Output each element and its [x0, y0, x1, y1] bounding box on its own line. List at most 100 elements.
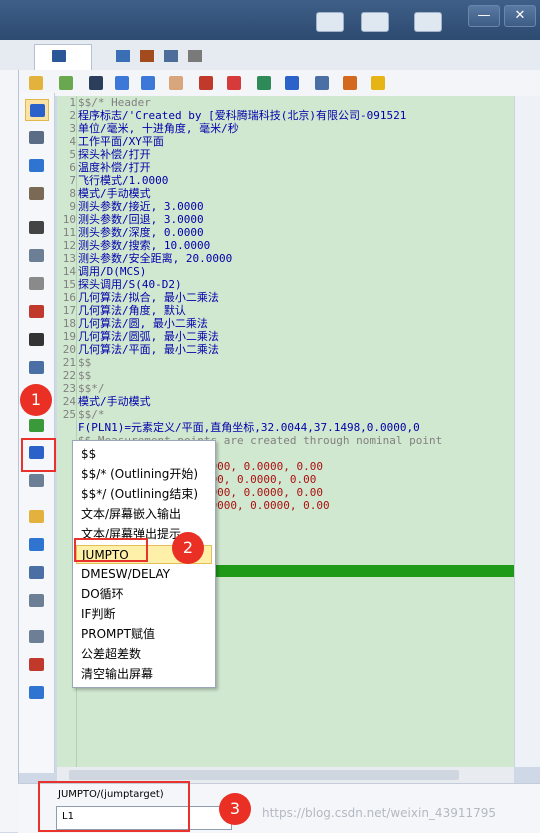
code-text: 测头参数/搜索, 10.0000 — [78, 239, 211, 252]
line-number: 24 — [62, 395, 76, 408]
code-line[interactable]: 6 温度补偿/打开 — [57, 161, 514, 174]
open-green-icon[interactable] — [57, 74, 75, 92]
note-icon[interactable] — [25, 183, 47, 203]
code-line[interactable]: 13 测头参数/安全距离, 20.0000 — [57, 252, 514, 265]
code-text: 几何算法/圆弧, 最小二乘法 — [78, 330, 219, 343]
code-line[interactable]: 24 模式/手动模式 — [57, 395, 514, 408]
monitor-icon[interactable] — [25, 534, 47, 554]
menu-item[interactable]: DO循环 — [76, 585, 212, 604]
run-icon[interactable] — [25, 329, 47, 349]
delete-list-icon[interactable] — [197, 74, 215, 92]
code-text: 程序标志/'Created by [爱科腾瑞科技(北京)有限公司-091521 — [78, 109, 407, 122]
code-line[interactable]: 20 几何算法/平面, 最小二乘法 — [57, 343, 514, 356]
code-line[interactable]: 18 几何算法/圆, 最小二乘法 — [57, 317, 514, 330]
close-button[interactable]: ✕ — [504, 5, 536, 27]
tool-icon[interactable] — [188, 50, 202, 62]
vertical-scrollbar[interactable] — [514, 96, 540, 767]
code-line[interactable]: 10 测头参数/回退, 3.0000 — [57, 213, 514, 226]
code-line[interactable]: 11 测头参数/深度, 0.0000 — [57, 226, 514, 239]
line-number: 1 — [69, 96, 76, 109]
code-line[interactable]: 14 调用/D(MCS) — [57, 265, 514, 278]
download-icon[interactable] — [25, 245, 47, 265]
code-text: 工作平面/XY平面 — [78, 135, 164, 148]
code-line[interactable]: 12 测头参数/搜索, 10.0000 — [57, 239, 514, 252]
outdent-icon[interactable] — [139, 74, 157, 92]
code-line[interactable]: 17 几何算法/角度, 默认 — [57, 304, 514, 317]
plane-icon[interactable] — [25, 273, 47, 293]
code-text: 模式/手动模式 — [78, 395, 151, 408]
list-edit-icon[interactable] — [313, 74, 331, 92]
network-icon[interactable] — [316, 12, 344, 32]
menu-item[interactable]: IF判断 — [76, 605, 212, 624]
menu-item[interactable]: DMESW/DELAY — [76, 565, 212, 584]
hand-icon[interactable] — [167, 74, 185, 92]
code-line[interactable]: 16 几何算法/拟合, 最小二乘法 — [57, 291, 514, 304]
layers-icon[interactable] — [25, 155, 47, 175]
menu-item-label: 清空输出屏幕 — [81, 667, 154, 681]
menu-item[interactable]: 文本/屏幕嵌入输出 — [76, 505, 212, 524]
left-panel-strip — [0, 70, 19, 832]
code-line[interactable]: 22 $$ — [57, 369, 514, 382]
code-line[interactable]: 2 程序标志/'Created by [爱科腾瑞科技(北京)有限公司-091521 — [57, 109, 514, 122]
display-icon[interactable] — [361, 12, 389, 32]
code-line[interactable]: 5 探头补偿/打开 — [57, 148, 514, 161]
code-line[interactable]: 15 探头调用/S(40-D2) — [57, 278, 514, 291]
pin-icon[interactable] — [25, 99, 49, 121]
axis-icon[interactable] — [116, 50, 130, 62]
import-icon[interactable] — [25, 626, 47, 646]
axes-icon[interactable] — [25, 357, 47, 377]
edit-icon[interactable] — [25, 470, 47, 490]
minimize-button[interactable]: — — [468, 5, 500, 27]
code-text: $$*/ — [78, 382, 105, 395]
annotation-box-2 — [74, 538, 148, 562]
edit-text-icon[interactable] — [25, 506, 47, 526]
list-icon[interactable] — [164, 50, 178, 62]
menu-item[interactable]: 公差超差数 — [76, 645, 212, 664]
code-line[interactable]: F(PLN1)=元素定义/平面,直角坐标,32.0044,37.1498,0.0… — [57, 421, 514, 434]
code-line[interactable]: 7 飞行模式/1.0000 — [57, 174, 514, 187]
folder-list-icon[interactable] — [25, 590, 47, 610]
code-line[interactable]: 19 几何算法/圆弧, 最小二乘法 — [57, 330, 514, 343]
save-icon[interactable] — [87, 74, 105, 92]
menu-item[interactable]: PROMPT赋值 — [76, 625, 212, 644]
code-text: 调用/D(MCS) — [78, 265, 147, 278]
indent-icon[interactable] — [113, 74, 131, 92]
insert-icon[interactable] — [255, 74, 273, 92]
scroll-thumb[interactable] — [69, 770, 459, 780]
add-window-icon[interactable] — [25, 562, 47, 582]
code-text: 测头参数/接近, 3.0000 — [78, 200, 204, 213]
menu-item[interactable]: $$ — [76, 445, 212, 464]
joystick-icon[interactable] — [25, 217, 47, 237]
add-feature-icon[interactable] — [25, 415, 47, 435]
code-line[interactable]: 21 $$ — [57, 356, 514, 369]
line-number: 21 — [62, 356, 76, 369]
magic-icon[interactable] — [369, 74, 387, 92]
code-line[interactable]: 9 测头参数/接近, 3.0000 — [57, 200, 514, 213]
home-icon[interactable] — [25, 301, 47, 321]
code-text: $$/* Header — [78, 96, 151, 109]
line-number: 9 — [69, 200, 76, 213]
code-line[interactable]: 4 工作平面/XY平面 — [57, 135, 514, 148]
probe-icon[interactable] — [140, 50, 154, 62]
menu-item[interactable]: $$*/ (Outlining结束) — [76, 485, 212, 504]
title-bar: — ✕ — [0, 0, 540, 40]
flag-icon[interactable] — [283, 74, 301, 92]
line-number: 25 — [62, 408, 76, 421]
list-arrow-icon[interactable] — [341, 74, 359, 92]
code-line[interactable]: 8 模式/手动模式 — [57, 187, 514, 200]
code-line[interactable]: 1 $$/* Header — [57, 96, 514, 109]
code-line[interactable]: 23 $$*/ — [57, 382, 514, 395]
mirror-icon[interactable] — [25, 682, 47, 702]
line-number: 6 — [69, 161, 76, 174]
menu-item[interactable]: 清空输出屏幕 — [76, 665, 212, 684]
export-icon[interactable] — [25, 127, 47, 147]
line-number: 20 — [62, 343, 76, 356]
cut-icon[interactable] — [225, 74, 243, 92]
open-folder-icon[interactable] — [27, 74, 45, 92]
program-tab-icon — [52, 50, 66, 62]
connect-icon[interactable] — [414, 12, 442, 32]
code-line[interactable]: 25 $$/* — [57, 408, 514, 421]
code-line[interactable]: 3 单位/毫米, 十进角度, 毫米/秒 — [57, 122, 514, 135]
delete-icon[interactable] — [25, 654, 47, 674]
menu-item[interactable]: $$/* (Outlining开始) — [76, 465, 212, 484]
